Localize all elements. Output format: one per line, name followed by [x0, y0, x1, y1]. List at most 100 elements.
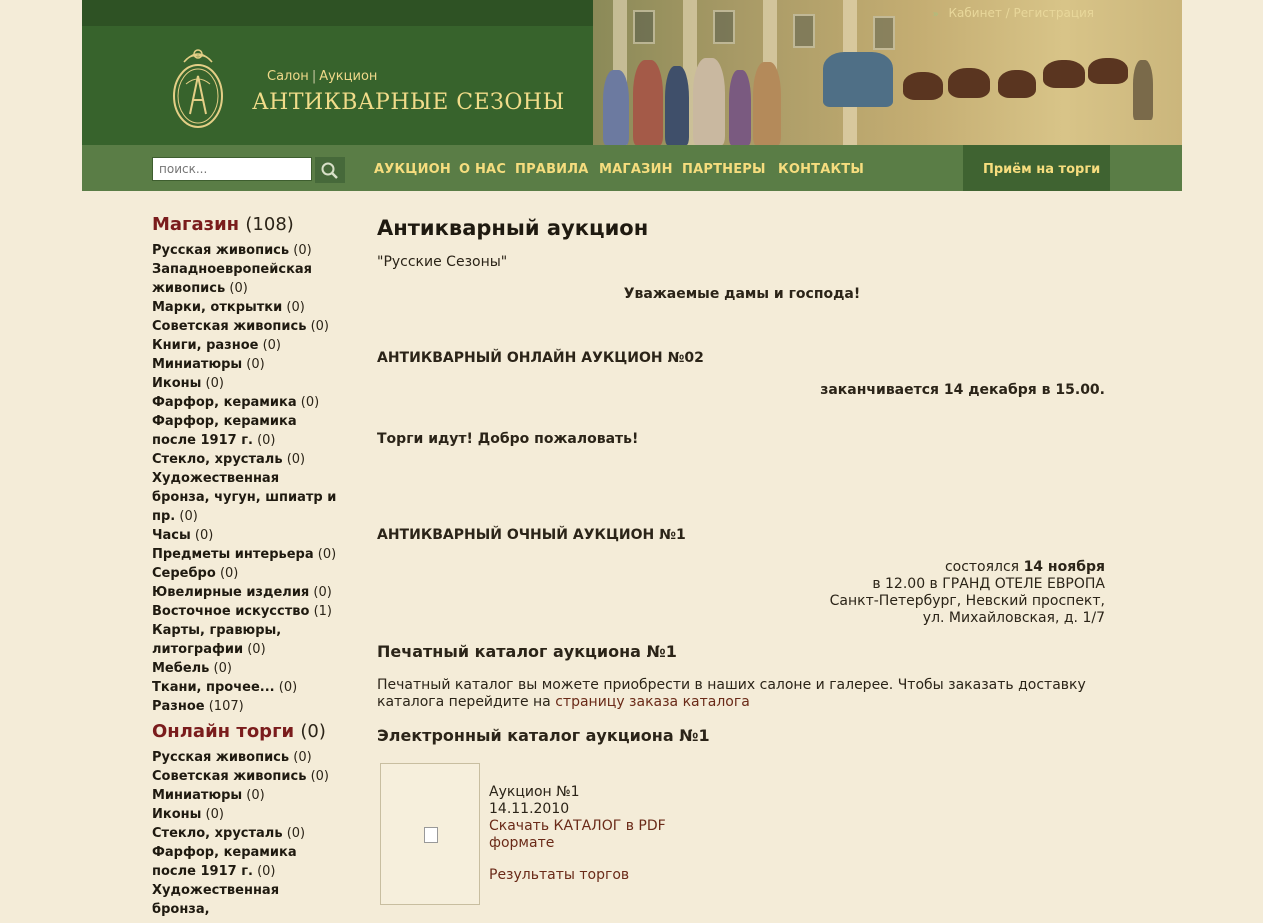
- online-auction-end: заканчивается 14 декабря в 15.00.: [820, 382, 1105, 398]
- shop-title[interactable]: Магазин: [152, 214, 239, 235]
- category-label[interactable]: Фарфор, керамика: [152, 395, 297, 410]
- nav-bar: АУКЦИОН О НАС ПРАВИЛА МАГАЗИН ПАРТНЕРЫ К…: [82, 145, 1182, 191]
- category-count: (0): [313, 585, 332, 600]
- category-label[interactable]: Миниатюры: [152, 357, 242, 372]
- welcome-text: Торги идут! Добро пожаловать!: [377, 431, 639, 447]
- category-item[interactable]: Фарфор, керамика после 1917 г. (0): [152, 412, 337, 450]
- category-count: (107): [208, 699, 244, 714]
- category-count: (0): [246, 788, 265, 803]
- category-label[interactable]: Часы: [152, 528, 191, 543]
- tagline-auction[interactable]: Аукцион: [319, 69, 377, 84]
- sidebar: Магазин (108) Русская живопись (0) Западн…: [152, 213, 337, 923]
- category-label[interactable]: Иконы: [152, 376, 201, 391]
- category-item[interactable]: Миниатюры (0): [152, 355, 337, 374]
- catalog-thumbnail[interactable]: [380, 763, 480, 905]
- category-count: (0): [293, 243, 312, 258]
- search-button[interactable]: [315, 157, 345, 183]
- category-item[interactable]: Стекло, хрусталь (0): [152, 450, 337, 469]
- offline-held-date: 14 ноября: [1023, 559, 1105, 575]
- category-label[interactable]: Русская живопись: [152, 243, 289, 258]
- category-label[interactable]: Мебель: [152, 661, 209, 676]
- download-pdf-link[interactable]: Скачать КАТАЛОГ в PDF формате: [489, 818, 689, 852]
- category-item[interactable]: Ювелирные изделия (0): [152, 583, 337, 602]
- category-label[interactable]: Советская живопись: [152, 319, 306, 334]
- page-title: Антикварный аукцион: [377, 216, 649, 240]
- logo-emblem-icon[interactable]: [170, 44, 226, 130]
- nav-shop[interactable]: МАГАЗИН: [599, 162, 673, 177]
- category-item[interactable]: Фарфор, керамика (0): [152, 393, 337, 412]
- category-label[interactable]: Предметы интерьера: [152, 547, 314, 562]
- category-item[interactable]: Серебро (0): [152, 564, 337, 583]
- category-label[interactable]: Марки, открытки: [152, 300, 282, 315]
- category-label[interactable]: Ткани, прочее...: [152, 680, 275, 695]
- category-item[interactable]: Карты, гравюры, литографии (0): [152, 621, 337, 659]
- category-item[interactable]: Стекло, хрусталь (0): [152, 824, 337, 843]
- offline-time-place: в 12.00 в ГРАНД ОТЕЛЕ ЕВРОПА: [872, 576, 1105, 592]
- category-item[interactable]: Марки, открытки (0): [152, 298, 337, 317]
- sidebar-online-heading[interactable]: Онлайн торги (0): [152, 720, 337, 744]
- tagline-separator: |: [311, 69, 317, 84]
- category-count: (0): [310, 769, 330, 784]
- auction-results-link[interactable]: Результаты торгов: [489, 867, 689, 884]
- category-label[interactable]: Миниатюры: [152, 788, 242, 803]
- category-item[interactable]: Миниатюры (0): [152, 786, 337, 805]
- nav-contacts[interactable]: КОНТАКТЫ: [778, 162, 864, 177]
- sidebar-shop-heading[interactable]: Магазин (108): [152, 213, 337, 237]
- page-subtitle: "Русские Сезоны": [377, 254, 508, 270]
- category-count: (0): [286, 452, 306, 467]
- category-count: (0): [257, 433, 276, 448]
- category-label[interactable]: Стекло, хрусталь: [152, 452, 283, 467]
- register-link[interactable]: Регистрация: [1014, 6, 1094, 20]
- catalog-order-link[interactable]: страницу заказа каталога: [555, 694, 750, 710]
- category-count: (0): [293, 750, 312, 765]
- category-item[interactable]: Художественная бронза, чугун, шпиатр и п…: [152, 469, 337, 526]
- site-name[interactable]: АНТИКВАРНЫЕ СЕЗОНЫ: [252, 90, 565, 115]
- category-label[interactable]: Серебро: [152, 566, 216, 581]
- category-item[interactable]: Предметы интерьера (0): [152, 545, 337, 564]
- nav-about[interactable]: О НАС: [459, 162, 506, 177]
- nav-partners[interactable]: ПАРТНЕРЫ: [682, 162, 766, 177]
- category-item[interactable]: Иконы (0): [152, 805, 337, 824]
- category-count: (0): [229, 281, 248, 296]
- category-label[interactable]: Русская живопись: [152, 750, 289, 765]
- category-item[interactable]: Ткани, прочее... (0): [152, 678, 337, 697]
- category-label[interactable]: Восточное искусство: [152, 604, 309, 619]
- nav-rules[interactable]: ПРАВИЛА: [515, 162, 589, 177]
- account-link[interactable]: Кабинет: [949, 6, 1002, 20]
- accept-to-auction-button[interactable]: Приём на торги: [963, 145, 1110, 191]
- category-item[interactable]: Восточное искусство (1): [152, 602, 337, 621]
- category-label[interactable]: Художественная бронза,: [152, 883, 279, 917]
- nav-auction[interactable]: АУКЦИОН: [374, 162, 451, 177]
- e-catalog-date: 14.11.2010: [489, 801, 570, 817]
- category-item[interactable]: Разное (107): [152, 697, 337, 716]
- category-label[interactable]: Ювелирные изделия: [152, 585, 309, 600]
- search-input[interactable]: [152, 157, 312, 181]
- e-catalog-info: Аукцион №1 14.11.2010 Скачать КАТАЛОГ в …: [489, 784, 689, 884]
- category-item[interactable]: Советская живопись (0): [152, 767, 337, 786]
- category-item[interactable]: Иконы (0): [152, 374, 337, 393]
- category-count: (0): [310, 319, 330, 334]
- tagline-salon[interactable]: Салон: [267, 69, 309, 84]
- category-item[interactable]: Книги, разное (0): [152, 336, 337, 355]
- category-item[interactable]: Мебель (0): [152, 659, 337, 678]
- accept-button-label: Приём на торги: [983, 162, 1101, 177]
- category-item[interactable]: Фарфор, керамика после 1917 г. (0): [152, 843, 337, 881]
- category-item[interactable]: Русская живопись (0): [152, 748, 337, 767]
- category-item[interactable]: Художественная бронза,: [152, 881, 337, 919]
- category-label[interactable]: Иконы: [152, 807, 201, 822]
- category-item[interactable]: Советская живопись (0): [152, 317, 337, 336]
- category-label[interactable]: Разное: [152, 699, 205, 714]
- category-item[interactable]: Русская живопись (0): [152, 241, 337, 260]
- category-item[interactable]: Западноевропейская живопись (0): [152, 260, 337, 298]
- search-icon: [321, 162, 338, 179]
- category-label[interactable]: Стекло, хрусталь: [152, 826, 283, 841]
- online-count: (0): [300, 721, 326, 742]
- online-title[interactable]: Онлайн торги: [152, 721, 294, 742]
- category-label[interactable]: Книги, разное: [152, 338, 258, 353]
- category-count: (0): [286, 826, 306, 841]
- category-count: (0): [194, 528, 214, 543]
- shop-count: (108): [245, 214, 294, 235]
- offline-held-prefix: состоялся: [944, 559, 1020, 575]
- category-item[interactable]: Часы (0): [152, 526, 337, 545]
- category-label[interactable]: Советская живопись: [152, 769, 306, 784]
